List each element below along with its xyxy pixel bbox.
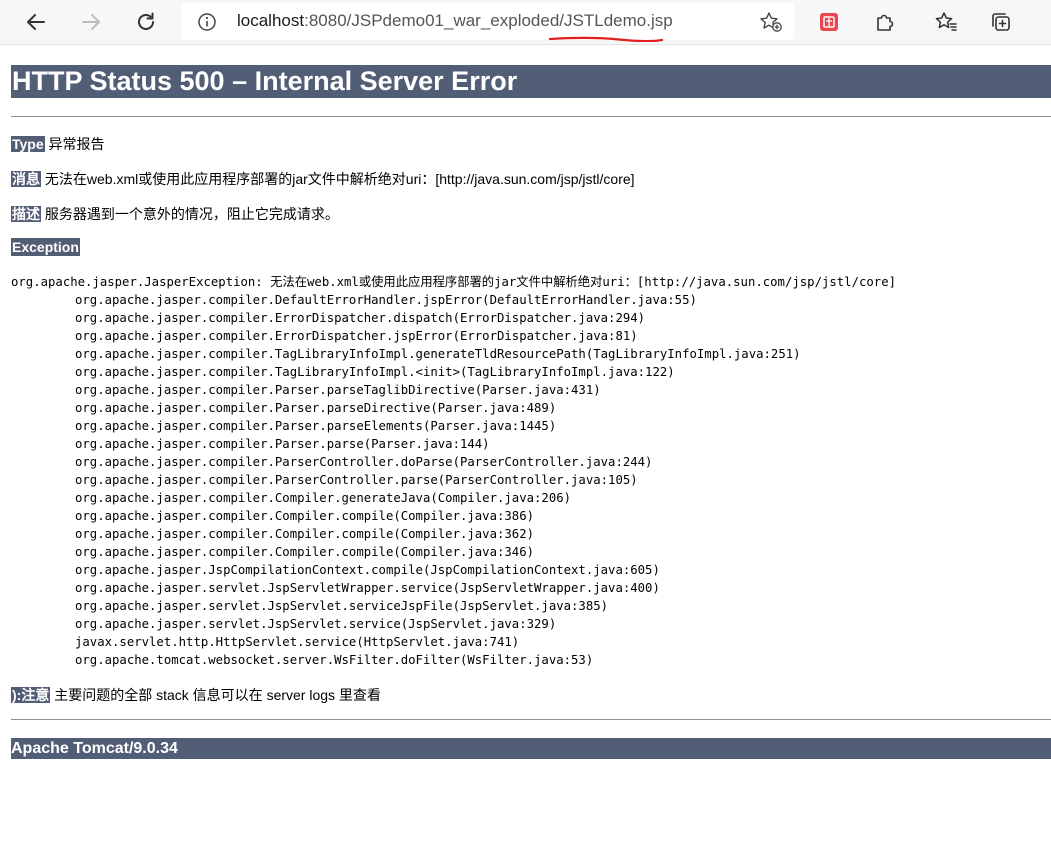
stack-trace-line: org.apache.jasper.compiler.ErrorDispatch… xyxy=(75,311,646,325)
extensions-button[interactable] xyxy=(868,6,900,38)
stack-trace-line: org.apache.jasper.compiler.Compiler.comp… xyxy=(75,545,535,559)
stack-trace-line: javax.servlet.http.HttpServlet.service(H… xyxy=(75,635,520,649)
stack-trace: org.apache.jasper.JasperException: 无法在we… xyxy=(11,273,896,669)
server-footer: Apache Tomcat/9.0.34 xyxy=(11,738,1051,759)
stack-trace-line: org.apache.jasper.compiler.ParserControl… xyxy=(75,455,653,469)
back-icon xyxy=(27,14,45,30)
favorites-icon xyxy=(935,12,957,31)
stack-trace-line: org.apache.jasper.compiler.Parser.parse(… xyxy=(75,437,490,451)
stack-trace-line: org.apache.jasper.compiler.DefaultErrorH… xyxy=(75,293,697,307)
stack-trace-line: org.apache.jasper.compiler.Compiler.comp… xyxy=(75,527,535,541)
stack-trace-line: org.apache.jasper.compiler.Compiler.comp… xyxy=(75,509,535,523)
note-row: ):注意 主要问题的全部 stack 信息可以在 server logs 里查看 xyxy=(11,686,381,704)
stack-trace-line: org.apache.jasper.servlet.JspServlet.ser… xyxy=(75,617,557,631)
stack-trace-line: org.apache.tomcat.websocket.server.WsFil… xyxy=(75,653,594,667)
page-title: HTTP Status 500 – Internal Server Error xyxy=(11,65,1051,98)
stack-trace-line: org.apache.jasper.compiler.ParserControl… xyxy=(75,473,638,487)
collections-button[interactable] xyxy=(985,6,1017,38)
extension-red-icon xyxy=(820,13,838,31)
exception-first-line: org.apache.jasper.JasperException: 无法在we… xyxy=(11,275,897,289)
divider xyxy=(11,116,1051,117)
stack-trace-line: org.apache.jasper.compiler.TagLibraryInf… xyxy=(75,347,801,361)
description-value: 服务器遇到一个意外的情况，阻止它完成请求。 xyxy=(44,206,339,222)
stack-trace-line: org.apache.jasper.compiler.Parser.parseE… xyxy=(75,419,557,433)
exception-heading: Exception xyxy=(11,238,80,256)
refresh-button[interactable] xyxy=(130,6,162,38)
stack-trace-line: org.apache.jasper.servlet.JspServlet.ser… xyxy=(75,599,609,613)
favorite-add-icon[interactable] xyxy=(759,11,783,33)
stack-trace-line: org.apache.jasper.JspCompilationContext.… xyxy=(75,563,660,577)
message-label: 消息 xyxy=(11,171,41,187)
refresh-icon xyxy=(138,12,154,30)
browser-toolbar: localhost:8080/JSPdemo01_war_exploded/JS… xyxy=(0,0,1051,45)
stack-trace-line: org.apache.jasper.servlet.JspServletWrap… xyxy=(75,581,660,595)
url-path: :8080/JSPdemo01_war_exploded/JSTLdemo.js… xyxy=(304,11,673,30)
forward-button[interactable] xyxy=(75,6,107,38)
type-value: 异常报告 xyxy=(48,136,105,152)
url-host: localhost xyxy=(237,11,305,30)
extensions-icon xyxy=(877,14,894,31)
collections-icon xyxy=(992,13,1010,31)
message-row: 消息 无法在web.xml或使用此应用程序部署的jar文件中解析绝对uri：[h… xyxy=(11,170,635,188)
divider xyxy=(11,719,1051,720)
stack-trace-line: org.apache.jasper.compiler.Parser.parseT… xyxy=(75,383,601,397)
forward-icon xyxy=(82,14,100,30)
note-label: ):注意 xyxy=(11,687,51,703)
extension-button-red[interactable] xyxy=(813,6,845,38)
note-value: 主要问题的全部 stack 信息可以在 server logs 里查看 xyxy=(54,687,381,703)
type-label: Type xyxy=(11,136,45,152)
url-text[interactable]: localhost:8080/JSPdemo01_war_exploded/JS… xyxy=(237,11,673,31)
info-icon[interactable] xyxy=(197,12,217,32)
address-bar[interactable]: localhost:8080/JSPdemo01_war_exploded/JS… xyxy=(181,3,794,40)
stack-trace-lines: org.apache.jasper.compiler.DefaultErrorH… xyxy=(11,293,801,667)
stack-trace-line: org.apache.jasper.compiler.Parser.parseD… xyxy=(75,401,557,415)
message-value: 无法在web.xml或使用此应用程序部署的jar文件中解析绝对uri：[http… xyxy=(44,171,635,187)
description-label: 描述 xyxy=(11,206,41,222)
favorites-button[interactable] xyxy=(930,6,962,38)
back-button[interactable] xyxy=(20,6,52,38)
type-row: Type 异常报告 xyxy=(11,135,105,153)
stack-trace-line: org.apache.jasper.compiler.TagLibraryInf… xyxy=(75,365,675,379)
description-row: 描述 服务器遇到一个意外的情况，阻止它完成请求。 xyxy=(11,205,339,223)
stack-trace-line: org.apache.jasper.compiler.Compiler.gene… xyxy=(75,491,572,505)
stack-trace-line: org.apache.jasper.compiler.ErrorDispatch… xyxy=(75,329,638,343)
url-highlight-underline xyxy=(549,36,663,42)
